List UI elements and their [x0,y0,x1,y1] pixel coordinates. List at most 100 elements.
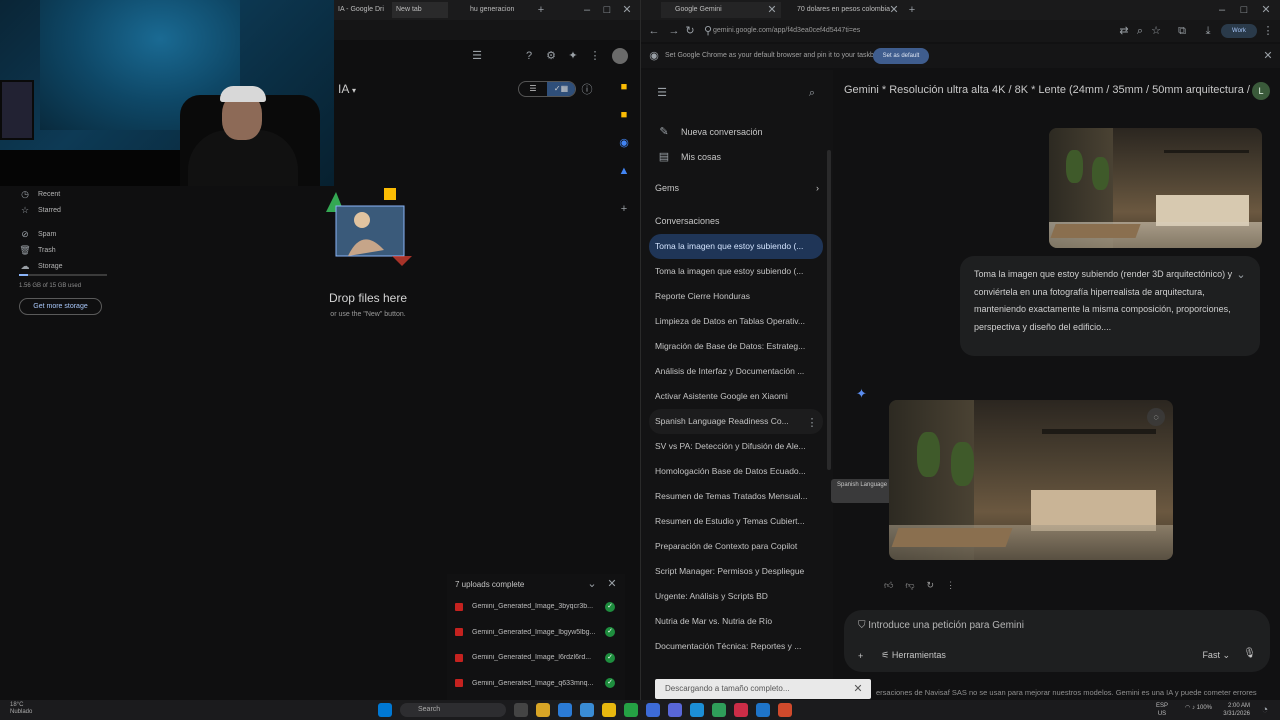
minimize-icon[interactable]: – [580,3,594,17]
nav-recent[interactable]: ◷ Recent [18,186,63,202]
chrome-icon[interactable] [602,703,616,717]
file-explorer-icon[interactable] [536,703,550,717]
uploaded-render-image[interactable] [1049,128,1262,248]
upload-row[interactable]: Gemini_Generated_Image_q633mnq... ✓ [447,671,625,697]
tab-google-gemini[interactable]: Google Gemini [661,2,781,18]
close-icon[interactable]: ✕ [1259,3,1273,17]
maximize-icon[interactable]: □ [1237,3,1251,17]
upload-row[interactable]: Gemini_Generated_Image_3byqcr3b... ✓ [447,594,625,620]
conversation-item[interactable]: Homologación Base de Datos Ecuado... [649,459,823,484]
conversation-item[interactable]: Preparación de Contexto para Copilot [649,534,823,559]
left-url-bar[interactable] [334,20,640,40]
taskbar-search[interactable]: Search [400,703,506,717]
conversation-item[interactable]: Migración de Base de Datos: Estrateg... [649,334,823,359]
conversation-item[interactable]: Resumen de Temas Tratados Mensual... [649,484,823,509]
close-icon[interactable]: ✕ [605,577,619,591]
outlook-icon[interactable] [690,703,704,717]
sidebar-scrollbar[interactable] [827,150,831,470]
notifications-icon[interactable]: ◔ [1258,703,1272,717]
conversation-item[interactable]: Spanish Language Readiness Co... [649,409,823,434]
address-bar[interactable]: gemini.google.com/app/f4d3ea0cef4d5447ti… [713,24,1093,38]
gear-icon[interactable]: ⚙ [544,49,558,63]
spotify-icon[interactable] [712,703,726,717]
user-avatar[interactable]: L [1252,82,1270,100]
forward-icon[interactable]: → [667,24,681,38]
discord-icon[interactable] [668,703,682,717]
mail-icon[interactable] [580,703,594,717]
conversation-item[interactable]: Limpieza de Datos en Tablas Operativ... [649,309,823,334]
chevron-down-icon[interactable]: ⌄ [585,577,599,591]
conversation-item[interactable]: Activar Asistente Google en Xiaomi [649,384,823,409]
help-icon[interactable]: ? [522,49,536,63]
regenerate-icon[interactable]: ↻ [927,580,935,591]
minimize-icon[interactable]: – [1215,3,1229,17]
teams-icon[interactable] [646,703,660,717]
language-indicator[interactable]: ESP US [1156,702,1168,718]
conversation-item[interactable]: Urgente: Análisis y Scripts BD [649,584,823,609]
prompt-input[interactable]: ⛉ Introduce una petición para Gemini [858,620,1024,631]
tools-button[interactable]: ⚟ Herramientas [881,650,946,661]
list-view-icon[interactable]: ☰ [519,82,547,96]
thumbs-up-icon[interactable]: 👍︎ [884,580,893,591]
downloads-icon[interactable]: ⤓ [1201,24,1215,38]
menu-dots-icon[interactable]: ⋮ [1261,24,1275,38]
system-tray[interactable]: ◠ ♪ 100% [1185,704,1212,711]
work-profile-button[interactable]: Work [1221,24,1257,38]
account-avatar-icon[interactable] [612,48,628,64]
mode-selector[interactable]: Fast ⌄ [1202,650,1230,661]
get-storage-button[interactable]: Get more storage [19,298,102,315]
upload-row[interactable]: Gemini_Generated_Image_l6rdzl6rd... ✓ [447,645,625,671]
chevron-down-icon[interactable]: ⌄ [1234,268,1248,282]
conversation-item[interactable]: Análisis de Interfaz y Documentación ... [649,359,823,384]
tab-dolares[interactable]: 70 dolares en pesos colombia [783,2,903,18]
bookmark-star-icon[interactable]: ☆ [1149,24,1163,38]
conversation-item[interactable]: Toma la imagen que estoy subiendo (... [649,234,823,259]
tasks-icon[interactable]: ■ [617,108,631,122]
prompt-box[interactable]: ⛉ Introduce una petición para Gemini + ⚟… [844,610,1270,672]
new-chat-button[interactable]: ✎ Nueva conversación [641,119,833,144]
conversation-item[interactable]: Toma la imagen que estoy subiendo (... [649,259,823,284]
plus-icon[interactable]: + [858,651,863,661]
app-icon[interactable] [778,703,792,717]
close-icon[interactable]: ✕ [1261,49,1275,63]
conversation-item[interactable]: Reporte Cierre Honduras [649,284,823,309]
nav-storage[interactable]: ☁ Storage [18,258,63,274]
conversation-item[interactable]: SV vs PA: Detección y Difusión de Ale... [649,434,823,459]
search-icon[interactable]: ⌕ [805,86,819,100]
maximize-icon[interactable]: □ [600,3,614,17]
set-default-button[interactable]: Set as default [873,48,929,64]
new-tab-icon[interactable]: + [905,3,919,17]
thumbs-down-icon[interactable]: 👎︎ [905,580,914,591]
weather-widget[interactable]: 18°C Nublado [10,702,32,716]
microphone-icon[interactable]: 🎙︎ [1243,648,1256,659]
nav-starred[interactable]: ☆ Starred [18,202,63,218]
conversation-item[interactable]: Resumen de Estudio y Temas Cubiert... [649,509,823,534]
start-icon[interactable] [378,703,392,717]
upload-row[interactable]: Gemini_Generated_Image_lbgyw5lbg... ✓ [447,620,625,646]
sparkle-icon[interactable]: ✦ [566,49,580,63]
close-tab-icon[interactable]: ✕ [887,3,901,17]
gems-row[interactable]: Gems › [655,183,819,193]
task-view-icon[interactable] [514,703,528,717]
view-toggle[interactable]: ☰ ✓▦ [518,81,576,97]
grid-view-icon[interactable]: ✓▦ [547,82,575,96]
conversation-item[interactable]: Nutria de Mar vs. Nutria de Río [649,609,823,634]
tab-drive[interactable]: IA - Google Dri [334,2,390,18]
tiktok-icon[interactable] [734,703,748,717]
back-icon[interactable]: ← [647,24,661,38]
edge-icon[interactable] [558,703,572,717]
new-tab-icon[interactable]: + [534,3,548,17]
close-icon[interactable]: ✕ [851,682,865,696]
reload-icon[interactable]: ↻ [683,24,697,38]
zoom-icon[interactable]: ⌕ [1133,24,1147,38]
contacts-icon[interactable]: ▲ [617,164,631,178]
tab-new-tab[interactable]: New tab [392,2,448,18]
more-options-icon[interactable]: ⋮ [805,416,819,430]
nav-spam[interactable]: ⊘ Spam [18,226,63,242]
apps-grid-icon[interactable]: ⋮ [588,49,602,63]
keep-icon[interactable]: ■ [617,80,631,94]
info-icon[interactable]: ⓘ [580,83,594,97]
my-stuff-button[interactable]: ▤ Mis cosas [641,144,833,169]
vscode-icon[interactable] [756,703,770,717]
hamburger-menu-icon[interactable]: ☰ [655,86,669,100]
